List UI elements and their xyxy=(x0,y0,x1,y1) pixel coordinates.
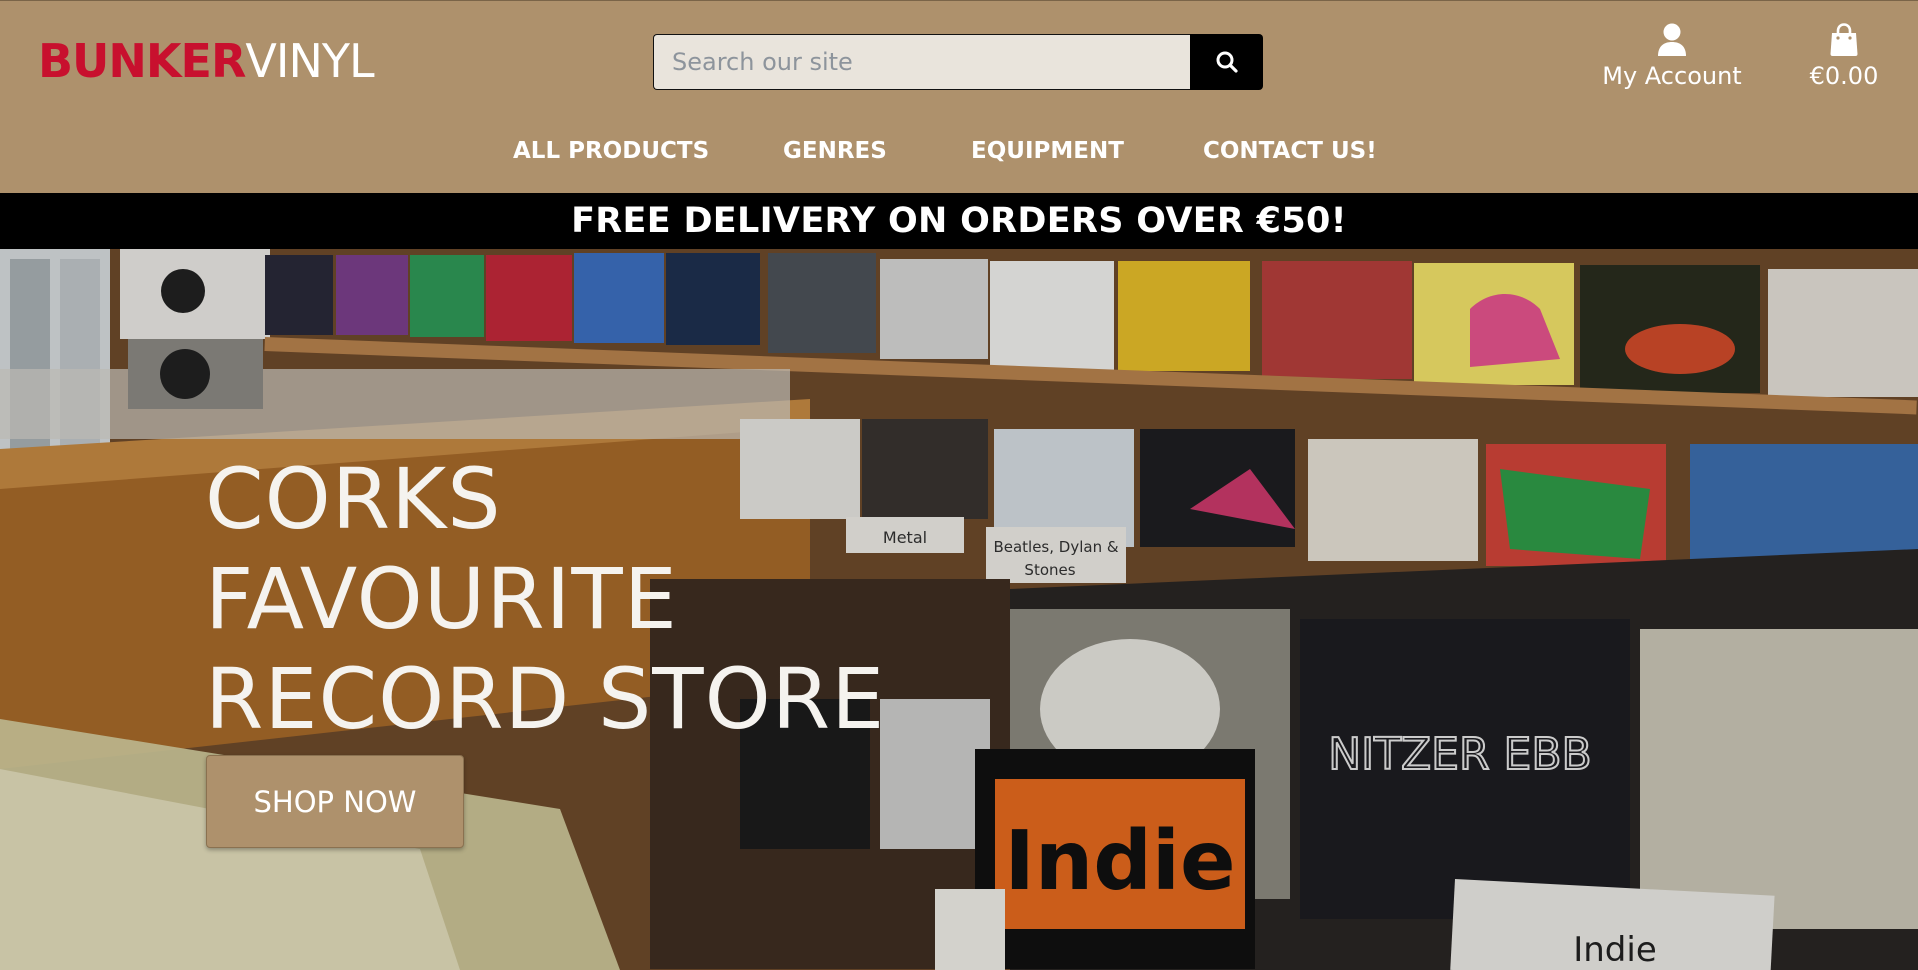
user-icon xyxy=(1658,23,1686,56)
hero-title: CORKS FAVOURITE RECORD STORE xyxy=(205,449,885,749)
hero-title-line-1: CORKS xyxy=(205,450,502,548)
site-header: BUNKERVINYL My Account €0.00 ALL PRODUCT… xyxy=(0,0,1918,193)
search-form xyxy=(653,34,1263,90)
nav-equipment[interactable]: EQUIPMENT xyxy=(971,133,1124,169)
nav-genres[interactable]: GENRES xyxy=(783,133,887,169)
search-button[interactable] xyxy=(1190,34,1263,90)
hero-title-line-2: FAVOURITE xyxy=(205,550,678,648)
nav-all-products[interactable]: ALL PRODUCTS xyxy=(513,133,709,169)
my-account-label: My Account xyxy=(1602,62,1742,90)
shopping-bag-link[interactable]: €0.00 xyxy=(1802,23,1886,97)
free-delivery-banner: FREE DELIVERY ON ORDERS OVER €50! xyxy=(0,193,1918,249)
site-logo[interactable]: BUNKERVINYL xyxy=(38,33,375,89)
logo-part-2: VINYL xyxy=(245,34,374,88)
search-icon xyxy=(1216,51,1238,73)
shopping-bag-icon xyxy=(1830,23,1858,56)
search-input[interactable] xyxy=(653,34,1190,90)
shop-now-button[interactable]: SHOP NOW xyxy=(206,755,464,848)
bag-total: €0.00 xyxy=(1809,62,1879,90)
logo-part-1: BUNKER xyxy=(38,34,246,88)
nav-contact-us[interactable]: CONTACT US! xyxy=(1203,133,1377,169)
my-account-link[interactable]: My Account xyxy=(1590,23,1754,97)
main-nav: ALL PRODUCTS GENRES EQUIPMENT CONTACT US… xyxy=(0,133,1918,169)
hero-section: Metal Beatles, Dylan & Stones NITZER EBB… xyxy=(0,249,1918,970)
hero-title-line-3: RECORD STORE xyxy=(205,650,886,748)
